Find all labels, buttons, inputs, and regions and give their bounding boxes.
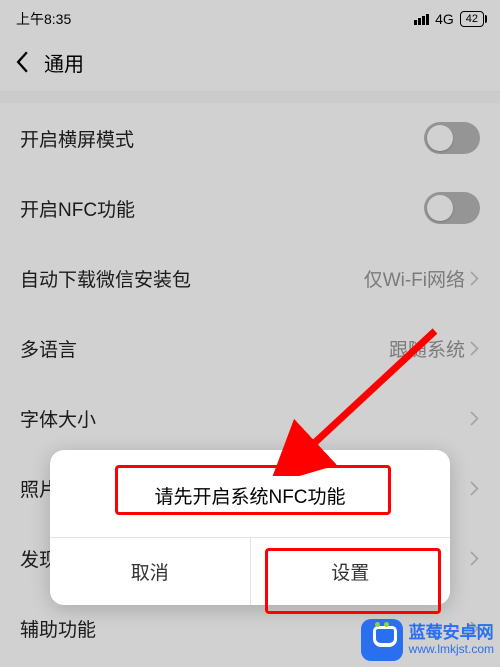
watermark-name: 蓝莓安卓网 bbox=[409, 624, 494, 643]
screen: 上午8:35 4G 42 通用 开启横屏模式 开启NFC功能 自动下载微信安装包… bbox=[0, 0, 500, 667]
cancel-button[interactable]: 取消 bbox=[50, 538, 250, 605]
watermark-logo-icon bbox=[361, 619, 403, 661]
settings-button[interactable]: 设置 bbox=[250, 538, 451, 605]
dialog-buttons: 取消 设置 bbox=[50, 537, 450, 605]
dialog-message: 请先开启系统NFC功能 bbox=[50, 450, 450, 537]
watermark-url: www.lmkjst.com bbox=[409, 643, 494, 656]
watermark: 蓝莓安卓网 www.lmkjst.com bbox=[361, 619, 494, 661]
nfc-dialog: 请先开启系统NFC功能 取消 设置 bbox=[50, 450, 450, 605]
modal-overlay: 请先开启系统NFC功能 取消 设置 bbox=[0, 0, 500, 667]
